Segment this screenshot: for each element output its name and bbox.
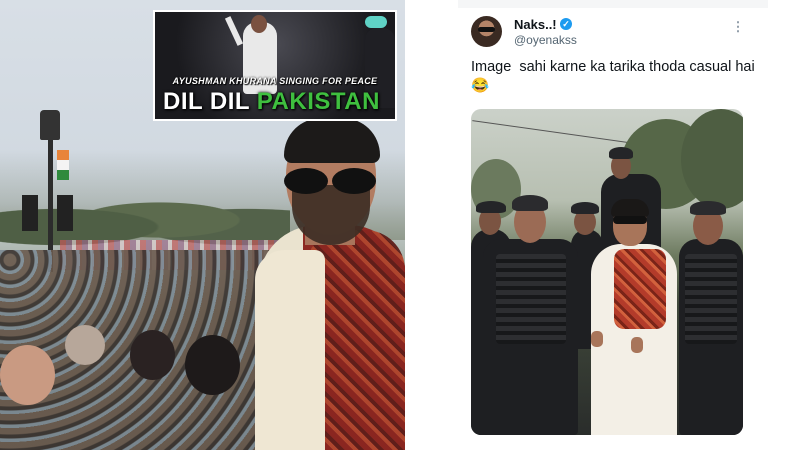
user-handle[interactable]: @oyenakss bbox=[514, 33, 577, 47]
thumbs-up-hand bbox=[591, 331, 603, 347]
tweet-top-divider bbox=[458, 0, 768, 8]
person-hair bbox=[284, 118, 380, 163]
avatar[interactable] bbox=[471, 16, 502, 47]
tactical-vest bbox=[685, 254, 737, 344]
inset-headline: DIL DIL PAKISTAN bbox=[163, 88, 395, 116]
sunglasses bbox=[276, 168, 380, 194]
tweet-media-photo[interactable] bbox=[471, 109, 743, 435]
sunglasses-lens bbox=[332, 168, 376, 194]
inset-meme: AYUSHMAN KHURANA SINGING FOR PEACE DIL D… bbox=[153, 10, 397, 121]
crowd-head bbox=[130, 330, 175, 380]
person-hair bbox=[611, 199, 649, 217]
helmet bbox=[476, 201, 506, 213]
avatar-glasses bbox=[478, 27, 495, 32]
speaker bbox=[57, 195, 73, 231]
check-badge-icon: ✓ bbox=[560, 18, 572, 30]
inset-caption: AYUSHMAN KHURANA SINGING FOR PEACE bbox=[172, 76, 378, 86]
headline-green-part: PAKISTAN bbox=[256, 88, 380, 115]
crowd-head bbox=[185, 335, 240, 395]
cream-shawl bbox=[255, 250, 325, 450]
paisley-kurta bbox=[614, 249, 666, 329]
lamp-head bbox=[40, 110, 60, 140]
crowd-head bbox=[65, 325, 105, 365]
indian-flag bbox=[57, 150, 69, 180]
tactical-vest bbox=[496, 254, 566, 344]
crowd-head bbox=[0, 345, 55, 405]
speaker bbox=[22, 195, 38, 231]
beanie bbox=[512, 195, 548, 211]
user-name[interactable]: Naks..! bbox=[514, 17, 557, 32]
helmet bbox=[690, 201, 726, 215]
left-photo: AYUSHMAN KHURANA SINGING FOR PEACE DIL D… bbox=[0, 0, 405, 450]
thumbs-up-hand bbox=[631, 337, 643, 353]
beanie bbox=[609, 147, 633, 159]
tweet-text: Image sahi karne ka tarika thoda casual … bbox=[471, 59, 755, 94]
sunglasses-lens bbox=[284, 168, 328, 194]
sunglasses bbox=[613, 216, 647, 224]
headline-white-part: DIL DIL bbox=[163, 88, 257, 115]
channel-logo bbox=[365, 16, 387, 28]
helmet bbox=[571, 202, 599, 214]
three-dots-vertical-icon[interactable]: ⋮ bbox=[731, 20, 745, 34]
singer-head bbox=[251, 15, 267, 33]
tweet-card: Naks..! ✓ @oyenakss ⋮ Image sahi karne k… bbox=[448, 0, 810, 450]
